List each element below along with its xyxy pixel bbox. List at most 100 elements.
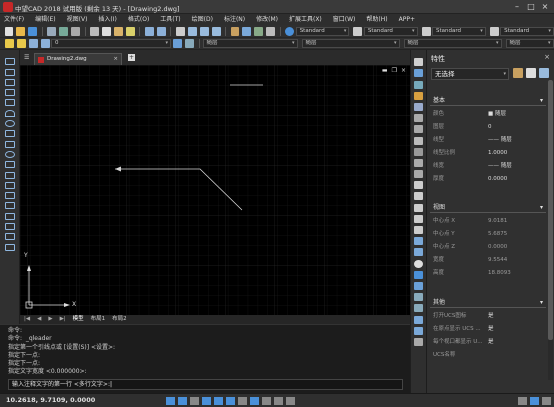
annotation-scale-icon[interactable] <box>530 397 539 405</box>
orbit-icon[interactable] <box>414 315 423 324</box>
menu-window[interactable]: 窗口(W) <box>333 14 356 25</box>
calculator-icon[interactable] <box>266 26 276 36</box>
save-icon[interactable] <box>28 26 38 36</box>
hatch-tool-icon[interactable] <box>4 202 15 210</box>
viewport-close-button[interactable]: × <box>401 67 406 74</box>
rectangle-tool-icon[interactable] <box>4 99 15 107</box>
copy-object-icon[interactable] <box>414 69 423 78</box>
prop-row-center-y[interactable]: 中心点 Y 5.6875 <box>433 228 547 241</box>
revision-cloud-icon[interactable] <box>4 130 15 138</box>
cut-icon[interactable] <box>90 26 100 36</box>
prop-row-ucs-name[interactable]: UCS名称 <box>433 349 547 362</box>
table-style-select[interactable]: Standard ▾ <box>432 26 486 36</box>
dynamic-ucs-icon[interactable] <box>238 397 247 405</box>
close-window-button[interactable]: × <box>538 1 552 13</box>
prop-row-linetype-scale[interactable]: 线型比例 1.0000 <box>433 147 547 160</box>
chamfer-icon[interactable] <box>414 214 423 223</box>
polygon-tool-icon[interactable] <box>4 89 15 97</box>
table-tool-icon[interactable] <box>4 233 15 241</box>
layer-manager-icon[interactable] <box>4 39 14 48</box>
quick-select-icon[interactable] <box>539 68 549 78</box>
new-tab-button[interactable]: + <box>128 54 135 61</box>
menu-toggle-icon[interactable]: ☰ <box>24 54 29 61</box>
polyline-tool-icon[interactable] <box>4 78 15 86</box>
line-tool-icon[interactable] <box>4 58 15 66</box>
arc-tool-icon[interactable] <box>4 109 15 117</box>
command-input[interactable]: 输入注释文字的第一行 <多行文字>:| <box>8 379 403 390</box>
dim-style-select[interactable]: Standard ▾ <box>363 26 418 36</box>
prop-row-ucs-at-origin[interactable]: 在原点显示 UCS ... 是 <box>433 323 547 336</box>
prop-row-width[interactable]: 宽度 9.5544 <box>433 254 547 267</box>
lineweight-select[interactable]: 随层 ▾ <box>403 39 502 48</box>
menu-file[interactable]: 文件(F) <box>4 14 24 25</box>
selection-select[interactable]: 无选择 ▾ <box>431 68 509 80</box>
properties-close-button[interactable]: × <box>544 53 550 61</box>
edit-polyline-icon[interactable] <box>414 248 423 257</box>
construction-line-icon[interactable] <box>4 68 15 76</box>
zoom-previous-icon[interactable] <box>211 26 221 36</box>
undo-icon[interactable] <box>144 26 154 36</box>
drawing-canvas[interactable]: Y X ▬ ❐ × <box>20 65 410 315</box>
print-icon[interactable] <box>47 26 57 36</box>
region-tool-icon[interactable] <box>4 223 15 231</box>
menu-modify[interactable]: 修改(M) <box>256 14 278 25</box>
document-tab[interactable]: Drawing2.dwg × <box>34 53 122 65</box>
minimize-button[interactable]: – <box>510 1 524 13</box>
object-snap-tracking-icon[interactable] <box>226 397 235 405</box>
tab-nav-last-icon[interactable]: ▶| <box>60 315 66 324</box>
rotate-icon[interactable] <box>414 125 423 134</box>
ellipse-tool-icon[interactable] <box>4 150 15 158</box>
lock-icon[interactable] <box>40 39 50 48</box>
properties-icon[interactable] <box>230 26 240 36</box>
tab-nav-prev-icon[interactable]: ◀ <box>37 315 41 324</box>
snap-mode-icon[interactable] <box>166 397 175 405</box>
zoom-window-icon[interactable] <box>199 26 209 36</box>
ortho-mode-icon[interactable] <box>190 397 199 405</box>
tab-nav-first-icon[interactable]: |◀ <box>24 315 30 324</box>
trim-icon[interactable] <box>414 158 423 167</box>
menu-dimension[interactable]: 标注(N) <box>224 14 245 25</box>
explode-icon[interactable] <box>414 237 423 246</box>
menu-format[interactable]: 格式(O) <box>128 14 149 25</box>
make-block-icon[interactable] <box>4 181 15 189</box>
zoom-realtime-icon[interactable] <box>187 26 197 36</box>
menu-draw[interactable]: 绘图(D) <box>192 14 213 25</box>
menu-edit[interactable]: 编辑(E) <box>35 14 55 25</box>
menu-app[interactable]: APP+ <box>399 14 415 25</box>
menu-view[interactable]: 视图(V) <box>67 14 88 25</box>
gradient-tool-icon[interactable] <box>4 212 15 220</box>
sun-icon[interactable] <box>28 39 38 48</box>
circle-tool-icon[interactable] <box>4 120 15 128</box>
multileader-style-select[interactable]: Standard ▾ <box>500 26 554 36</box>
break-at-point-icon[interactable] <box>414 181 423 190</box>
layer-select[interactable]: 0 ▾ <box>51 39 171 48</box>
prop-row-linetype[interactable]: 线型 —— 随层 <box>433 134 547 147</box>
prop-row-lineweight[interactable]: 线宽 —— 随层 <box>433 160 547 173</box>
new-file-icon[interactable] <box>4 26 14 36</box>
menu-tools[interactable]: 工具(T) <box>160 14 180 25</box>
offset-icon[interactable] <box>414 91 423 100</box>
prop-row-ucs-icon-on[interactable]: 打开UCS图标 是 <box>433 310 547 323</box>
join-icon[interactable] <box>414 203 423 212</box>
object-snap-icon[interactable] <box>214 397 223 405</box>
workspace-gear-icon[interactable] <box>518 397 527 405</box>
redo-icon[interactable] <box>156 26 166 36</box>
mirror-icon[interactable] <box>414 80 423 89</box>
prop-row-center-z[interactable]: 中心点 Z 0.0000 <box>433 241 547 254</box>
lineweight-display-icon[interactable] <box>262 397 271 405</box>
render-icon[interactable] <box>414 281 423 290</box>
spline-tool-icon[interactable] <box>4 140 15 148</box>
tool-palettes-icon[interactable] <box>254 26 264 36</box>
erase-icon[interactable] <box>414 58 423 67</box>
coordinate-readout[interactable]: 10.2618, 9.7109, 0.0000 <box>6 396 95 404</box>
toggle-pickadd-icon[interactable] <box>513 68 523 78</box>
view-cube-icon[interactable] <box>414 270 423 279</box>
text-style-select[interactable]: Standard ▾ <box>295 26 350 36</box>
fillet-icon[interactable] <box>414 226 423 234</box>
scale-icon[interactable] <box>414 136 423 145</box>
tab-layout1[interactable]: 布局1 <box>91 315 106 324</box>
plot-style-select[interactable]: 随层 ▾ <box>505 39 554 48</box>
stretch-icon[interactable] <box>414 147 423 156</box>
break-icon[interactable] <box>414 192 423 201</box>
section-basic-header[interactable]: 基本 ▾ <box>430 96 546 106</box>
